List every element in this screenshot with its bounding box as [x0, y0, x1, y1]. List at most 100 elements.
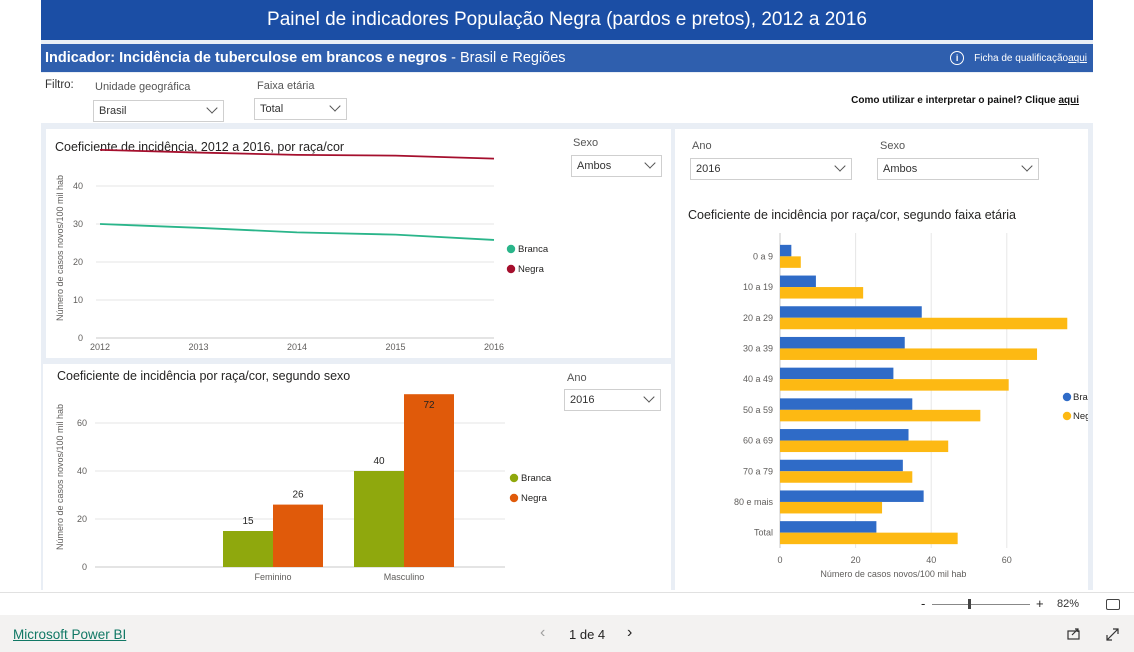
- indicator-bar: Indicador: Incidência de tuberculose em …: [41, 44, 1093, 72]
- y-tick-label: 60: [77, 418, 87, 428]
- x-tick-label: 2012: [90, 342, 110, 352]
- zoom-level: 82%: [1057, 598, 1080, 610]
- page-indicator: 1 de 4: [569, 627, 606, 642]
- x-tick-label: Feminino: [254, 572, 291, 582]
- ficha-link[interactable]: aqui: [1068, 53, 1087, 64]
- legend-marker-negra: [1062, 411, 1072, 421]
- legend-label-branca: Branca: [521, 473, 552, 484]
- share-icon[interactable]: [1067, 627, 1081, 640]
- y-tick-label: 0 a 9: [753, 251, 773, 261]
- data-label: 72: [423, 400, 435, 411]
- y-tick-label: Total: [754, 528, 773, 538]
- y-tick-label: 10: [73, 295, 83, 305]
- legend-marker-branca: [509, 473, 519, 483]
- y-tick-label: 40 a 49: [743, 374, 773, 384]
- x-tick-label: 0: [777, 555, 782, 565]
- y-tick-label: 20: [77, 514, 87, 524]
- filter-bar: Filtro: Unidade geográfica Brasil Faixa …: [41, 73, 1093, 123]
- y-tick-label: 30 a 39: [743, 343, 773, 353]
- legend-marker-branca: [506, 244, 516, 254]
- y-tick-label: 0: [78, 333, 83, 343]
- y-axis-title: Número de casos novos/100 mil hab: [55, 175, 65, 321]
- bar-branca: [780, 521, 877, 533]
- x-tick-label: 2015: [385, 342, 405, 352]
- data-label: 26: [292, 490, 304, 501]
- legend-label-branca: Branca: [518, 244, 549, 255]
- chevron-down-icon: [206, 102, 218, 114]
- help-link[interactable]: aqui: [1058, 95, 1079, 106]
- x-axis-title: Número de casos novos/100 mil hab: [820, 569, 966, 579]
- legend-label-negra: Negra: [1073, 411, 1088, 422]
- fullscreen-icon[interactable]: [1106, 628, 1119, 641]
- bar-branca: [780, 275, 816, 288]
- legend-marker-negra: [509, 493, 519, 503]
- report-title: Painel de indicadores População Negra (p…: [41, 0, 1093, 40]
- powerbi-link[interactable]: Microsoft Power BI: [13, 627, 126, 642]
- chevron-down-icon: [329, 100, 341, 112]
- line-chart: 0 10 20 30 40 2012 2013 2014 2015 2016 Número de c…: [55, 149, 549, 352]
- bar-branca: [223, 531, 273, 567]
- help-label: Como utilizar e interpretar o painel? Cl…: [851, 95, 1059, 106]
- bar-branca: [780, 244, 792, 257]
- indicator-title: Indicador: Incidência de tuberculose em …: [45, 50, 566, 66]
- sex-chart: 0 20 40 60 Número de casos novos/100 mil hab…: [55, 394, 552, 582]
- geo-filter-label: Unidade geográfica: [95, 81, 191, 93]
- legend-marker-negra: [506, 264, 516, 274]
- next-page-icon[interactable]: ›: [627, 624, 632, 642]
- bar-negra: [780, 317, 1068, 330]
- bar-negra: [780, 440, 949, 453]
- x-tick-label: 2013: [188, 342, 208, 352]
- bar-branca: [354, 471, 404, 567]
- report-canvas: Painel de indicadores População Negra (p…: [41, 0, 1093, 590]
- indicator-rest: - Brasil e Regiões: [447, 50, 566, 66]
- zoom-bar: - + 82%: [0, 592, 1134, 616]
- data-label: 40: [373, 456, 385, 467]
- y-tick-label: 20: [73, 257, 83, 267]
- y-tick-label: 30: [73, 219, 83, 229]
- x-tick-label: 60: [1002, 555, 1012, 565]
- y-tick-label: 80 e mais: [734, 497, 774, 507]
- ficha-text: Ficha de qualificação: [974, 52, 1069, 64]
- legend-label-branca: Branca: [1073, 392, 1088, 403]
- bar-negra: [780, 379, 1009, 391]
- bar-negra: [780, 501, 883, 514]
- bar-negra: [780, 287, 864, 299]
- bar-negra: [273, 504, 323, 567]
- age-chart: 0 20 40 60 Número de casos novos/100 mil hab…: [734, 233, 1088, 579]
- age-chart-panel: Ano 2016 Sexo Ambos Coeficiente de incid…: [675, 129, 1088, 590]
- y-tick-label: 40: [73, 181, 83, 191]
- y-tick-label: 0: [82, 562, 87, 572]
- age-filter-dropdown[interactable]: Total: [254, 98, 347, 120]
- legend-label-negra: Negra: [521, 493, 548, 504]
- legend-marker-branca: [1062, 392, 1072, 402]
- bar-negra: [780, 409, 981, 422]
- zoom-in-button[interactable]: +: [1036, 596, 1044, 611]
- bar-negra: [780, 348, 1038, 360]
- bar-branca: [780, 336, 905, 349]
- y-tick-label: 10 a 19: [743, 282, 773, 292]
- zoom-slider-handle[interactable]: [968, 599, 971, 609]
- zoom-out-button[interactable]: -: [921, 596, 925, 611]
- ficha-qualificacao[interactable]: i Ficha de qualificação aqui: [950, 44, 1087, 72]
- sex-chart-panel: Coeficiente de incidência por raça/cor, …: [43, 364, 671, 590]
- x-tick-label: 40: [926, 555, 936, 565]
- y-tick-label: 60 a 69: [743, 436, 773, 446]
- zoom-slider-track[interactable]: [932, 604, 1030, 605]
- bar-negra: [780, 471, 913, 483]
- indicator-bold: Indicador: Incidência de tuberculose em …: [45, 50, 448, 66]
- bar-branca: [780, 398, 913, 410]
- bar-branca: [780, 367, 894, 380]
- x-tick-label: Masculino: [384, 572, 425, 582]
- filter-label: Filtro:: [45, 79, 74, 91]
- y-tick-label: 20 a 29: [743, 313, 773, 323]
- y-tick-label: 70 a 79: [743, 466, 773, 476]
- bar-negra: [780, 532, 958, 545]
- geo-filter-dropdown[interactable]: Brasil: [93, 100, 224, 122]
- y-tick-label: 40: [77, 466, 87, 476]
- fit-page-icon[interactable]: [1106, 599, 1120, 610]
- series-line-branca: [99, 223, 495, 241]
- line-chart-panel: Coeficiente de incidência, 2012 a 2016, …: [46, 129, 671, 358]
- bar-branca: [780, 490, 924, 502]
- prev-page-icon[interactable]: ‹: [540, 624, 545, 642]
- footer-bar: Microsoft Power BI ‹ 1 de 4 ›: [0, 615, 1134, 652]
